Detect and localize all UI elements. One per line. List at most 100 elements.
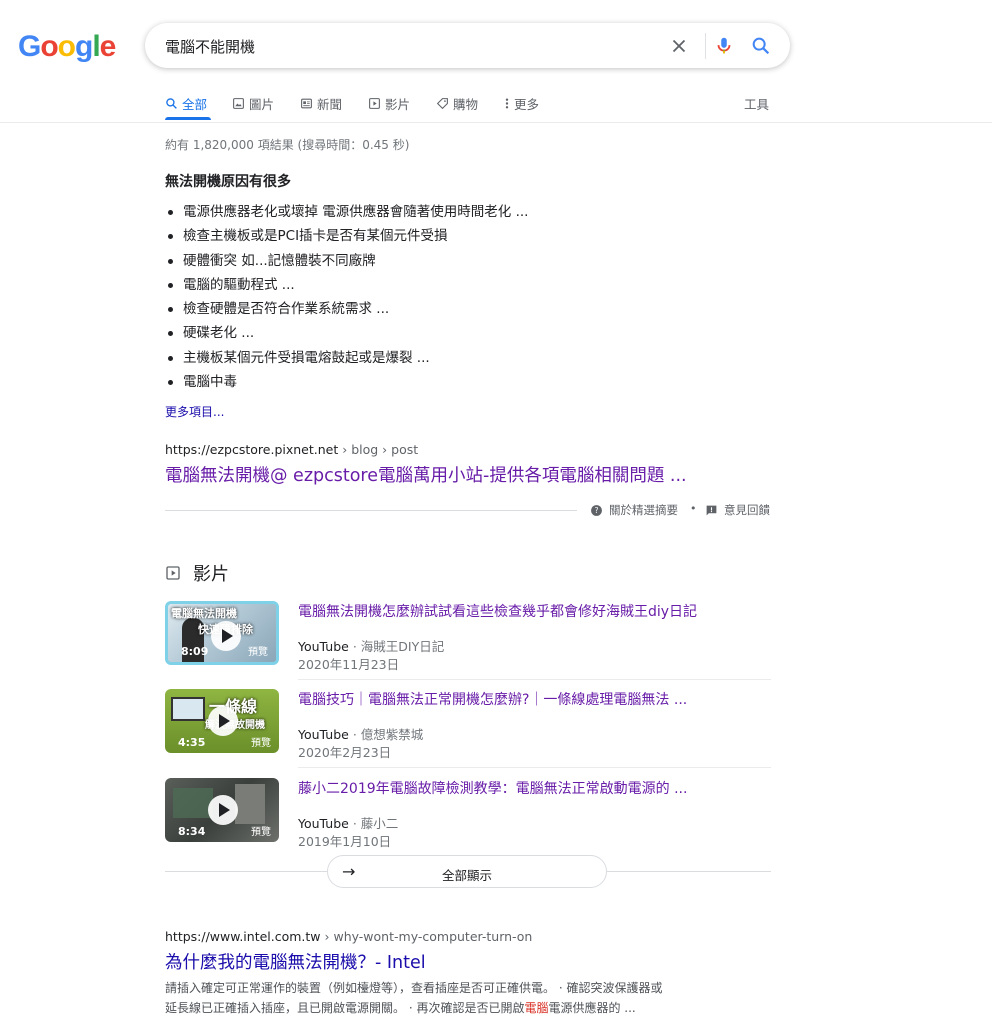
list-item: 硬碟老化 ... (165, 323, 528, 347)
about-snippet-label: 關於精選摘要 (609, 503, 678, 517)
list-item: 檢查主機板或是PCI插卡是否有某個元件受損 (165, 226, 528, 250)
help-icon: ? (591, 504, 602, 516)
video-source: YouTube · 海賊王DIY日記 (298, 636, 444, 655)
motherboard-figure (173, 788, 213, 818)
snippet-text: 延長線已正確插入插座，且已開啟電源開關。 · 再次確認是否已開啟 (165, 1001, 525, 1015)
google-logo[interactable]: Google (18, 30, 116, 64)
svg-text:?: ? (594, 506, 598, 515)
result-snippet: 請插入確定可正常運作的裝置（例如檯燈等），查看插座是否可正確供電。 · 確認突波… (165, 978, 745, 1018)
hardware-figure (235, 784, 265, 824)
video-channel: · 海賊王DIY日記 (348, 639, 445, 654)
snippet-divider (165, 510, 577, 511)
video-thumbnail[interactable]: 電腦無法開機 快速障排除 8:09 預覽 (165, 601, 279, 665)
tab-videos[interactable]: 影片 (368, 94, 410, 113)
snippet-list: 電源供應器老化或壞掉 電源供應器會隨著使用時間老化 ... 檢查主機板或是PCI… (165, 202, 528, 396)
active-tab-indicator (165, 117, 211, 120)
video-divider (298, 767, 771, 768)
video-duration: 4:35 (178, 736, 206, 749)
snippet-text: 電源供應器的 ... (548, 1001, 636, 1015)
video-icon (369, 98, 380, 109)
video-platform: YouTube (298, 727, 349, 742)
result-stats: 約有 1,820,000 項結果 (搜尋時間：0.45 秒) (165, 138, 410, 152)
video-thumbnail[interactable]: 一條線 解決無故開機 4:35 預覽 (165, 689, 279, 753)
result-url: https://www.intel.com.tw › why-wont-my-c… (165, 929, 532, 944)
list-item: 檢查硬體是否符合作業系統需求 ... (165, 299, 528, 323)
video-duration: 8:34 (178, 825, 206, 838)
show-all-button[interactable]: → 全部顯示 (327, 855, 607, 888)
feedback-icon (706, 505, 717, 515)
preview-label: 預覽 (251, 738, 271, 749)
meta-separator: • (690, 502, 697, 515)
feedback-button[interactable]: 意見回饋 (705, 502, 770, 518)
microphone-icon[interactable] (713, 35, 735, 57)
list-item: 硬體衝突 如...記憶體裝不同廠牌 (165, 251, 528, 275)
tab-label: 全部 (182, 97, 208, 112)
tab-more[interactable]: 更多 (504, 94, 539, 113)
list-item: 主機板某個元件受損電熔鼓起或是爆裂 ... (165, 348, 528, 372)
search-icon (166, 98, 177, 109)
result-domain: https://www.intel.com.tw (165, 929, 321, 944)
video-title[interactable]: 電腦技巧｜電腦無法正常開機怎麼辦?｜一條線處理電腦無法 ... (298, 689, 687, 709)
tag-icon (436, 98, 448, 110)
tab-images[interactable]: 圖片 (232, 94, 274, 113)
tab-shopping[interactable]: 購物 (436, 94, 478, 113)
tab-label: 圖片 (249, 97, 275, 112)
snippet-line: 請插入確定可正常運作的裝置（例如檯燈等），查看插座是否可正確供電。 · 確認突波… (165, 981, 663, 995)
video-divider (298, 679, 771, 680)
video-date: 2020年11月23日 (298, 657, 400, 672)
snippet-highlight: 電腦 (524, 1001, 549, 1015)
video-icon (166, 566, 180, 580)
more-items-link[interactable]: 更多項目... (165, 403, 224, 420)
preview-label: 預覽 (248, 647, 268, 658)
result-path: › blog › post (338, 442, 419, 457)
video-thumbnail[interactable]: 8:34 預覽 (165, 778, 279, 842)
more-vert-icon (505, 98, 509, 109)
tab-news[interactable]: 新聞 (300, 94, 342, 113)
result-domain: https://ezpcstore.pixnet.net (165, 442, 339, 457)
list-item: 電源供應器老化或壞掉 電源供應器會隨著使用時間老化 ... (165, 202, 528, 226)
result-url: https://ezpcstore.pixnet.net › blog › po… (165, 442, 418, 457)
close-icon[interactable] (668, 35, 690, 57)
image-icon (233, 98, 244, 109)
list-item: 電腦的驅動程式 ... (165, 275, 528, 299)
tools-button[interactable]: 工具 (744, 94, 769, 113)
video-result: 一條線 解決無故開機 4:35 預覽 電腦技巧｜電腦無法正常開機怎麼辦?｜一條線… (165, 689, 771, 769)
tab-label: 新聞 (317, 97, 343, 112)
search-box[interactable]: 電腦不能開機 (145, 23, 790, 68)
about-snippet-button[interactable]: ? 關於精選摘要 (590, 502, 678, 518)
videos-header-label: 影片 (193, 564, 229, 585)
tab-all[interactable]: 全部 (165, 94, 207, 113)
video-platform: YouTube (298, 639, 349, 654)
result-path: › why-wont-my-computer-turn-on (320, 929, 533, 944)
video-result: 電腦無法開機 快速障排除 8:09 預覽 電腦無法開機怎麼辦試試看這些檢查幾乎都… (165, 601, 771, 681)
videos-header: 影片 (165, 560, 229, 586)
result-title[interactable]: 為什麼我的電腦無法開機？- Intel (165, 949, 426, 974)
play-icon (208, 706, 238, 736)
video-source: YouTube · 億想紫禁城 (298, 724, 423, 743)
search-input[interactable]: 電腦不能開機 (165, 36, 255, 57)
video-duration: 8:09 (181, 645, 209, 658)
tab-label: 影片 (385, 97, 411, 112)
search-icon[interactable] (750, 35, 772, 57)
feedback-label: 意見回饋 (724, 503, 770, 517)
preview-label: 預覽 (251, 827, 271, 838)
tab-label: 更多 (514, 97, 540, 112)
play-icon (208, 795, 238, 825)
list-item: 電腦中毒 (165, 372, 528, 396)
search-tabs: 全部 圖片 新聞 影片 購物 更多 (165, 94, 775, 114)
show-all-label: 全部顯示 (441, 868, 492, 883)
video-title[interactable]: 藤小二2019年電腦故障檢測教學：電腦無法正常啟動電源的 ... (298, 778, 687, 798)
news-icon (301, 98, 312, 109)
video-result: 8:34 預覽 藤小二2019年電腦故障檢測教學：電腦無法正常啟動電源的 ...… (165, 778, 771, 858)
play-icon (211, 621, 241, 651)
video-source: YouTube · 藤小二 (298, 813, 398, 832)
header-divider (0, 122, 992, 123)
video-date: 2020年2月23日 (298, 745, 392, 760)
video-date: 2019年1月10日 (298, 834, 392, 849)
video-title[interactable]: 電腦無法開機怎麼辦試試看這些檢查幾乎都會修好海賊王diy日記 (298, 601, 697, 621)
snippet-line: 延長線已正確插入插座，且已開啟電源開關。 · 再次確認是否已開啟電腦電源供應器的… (165, 998, 745, 1018)
monitor-figure (171, 697, 205, 721)
snippet-title: 無法開機原因有很多 (165, 174, 291, 190)
snippet-source-title[interactable]: 電腦無法開機@ ezpcstore電腦萬用小站-提供各項電腦相關問題 ... (165, 462, 687, 487)
thumbnail-text: 電腦無法開機 (171, 607, 237, 620)
